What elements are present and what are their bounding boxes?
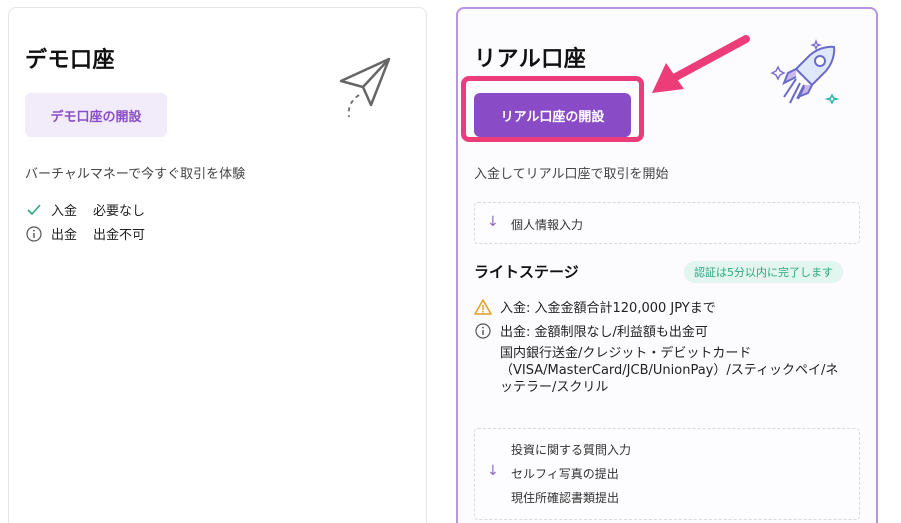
demo-withdraw-label: 出金 [51,228,78,243]
step-address-proof: 現住所確認書類提出 [511,491,620,505]
demo-account-card: デモ口座 デモ口座の開設 バーチャルマネーで今すぐ取引を体験 入金 必要なし 出… [8,7,427,523]
step-additional-verification: 投資に関する質問入力 ↓ セルフィ写真の提出 現住所確認書類提出 [474,428,860,520]
info-icon [25,225,43,243]
rocket-icon [770,39,840,105]
demo-deposit-value: 必要なし [93,204,146,219]
stage-deposit-text: 入金: 入金金額合計120,000 JPYまで [500,301,716,316]
demo-card-title: デモ口座 [25,48,116,73]
open-real-account-button[interactable]: リアル口座の開設 [474,93,631,137]
real-card-title: リアル口座 [474,47,587,72]
account-selection-page: デモ口座 デモ口座の開設 バーチャルマネーで今すぐ取引を体験 入金 必要なし 出… [0,0,901,523]
stage-withdraw-text: 出金: 金額制限なし/利益額も出金可 [500,325,708,340]
arrow-down-icon: ↓ [487,214,499,230]
verification-time-badge: 認証は5分以内に完了します [684,261,843,283]
arrow-down-icon: ↓ [487,463,499,479]
step-personal-info-label: 個人情報入力 [511,218,584,232]
annotation-arrow-icon [652,35,750,93]
paper-plane-icon [339,57,391,118]
demo-withdraw-value: 出金不可 [93,228,146,243]
payment-methods-text: 国内銀行送金/クレジット・デビットカード（VISA/MasterCard/JCB… [500,346,839,395]
demo-deposit-row: 入金 必要なし [25,200,145,219]
stage-withdraw-row: 出金: 金額制限なし/利益額も出金可 [474,321,708,340]
step-investment-questions: 投資に関する質問入力 [511,443,632,457]
real-description: 入金してリアル口座で取引を開始 [474,167,669,182]
step-selfie-upload: セルフィ写真の提出 [511,467,619,481]
stage-deposit-row: 入金: 入金金額合計120,000 JPYまで [474,297,716,316]
open-demo-account-button[interactable]: デモ口座の開設 [25,93,167,137]
check-icon [25,201,43,219]
stage-title: ライトステージ [474,263,579,281]
demo-deposit-label: 入金 [51,204,78,219]
demo-withdraw-row: 出金 出金不可 [25,224,145,243]
step-personal-info: ↓ 個人情報入力 [474,202,860,244]
demo-description: バーチャルマネーで今すぐ取引を体験 [25,167,246,182]
warning-icon [474,298,492,316]
info-icon [474,322,492,340]
